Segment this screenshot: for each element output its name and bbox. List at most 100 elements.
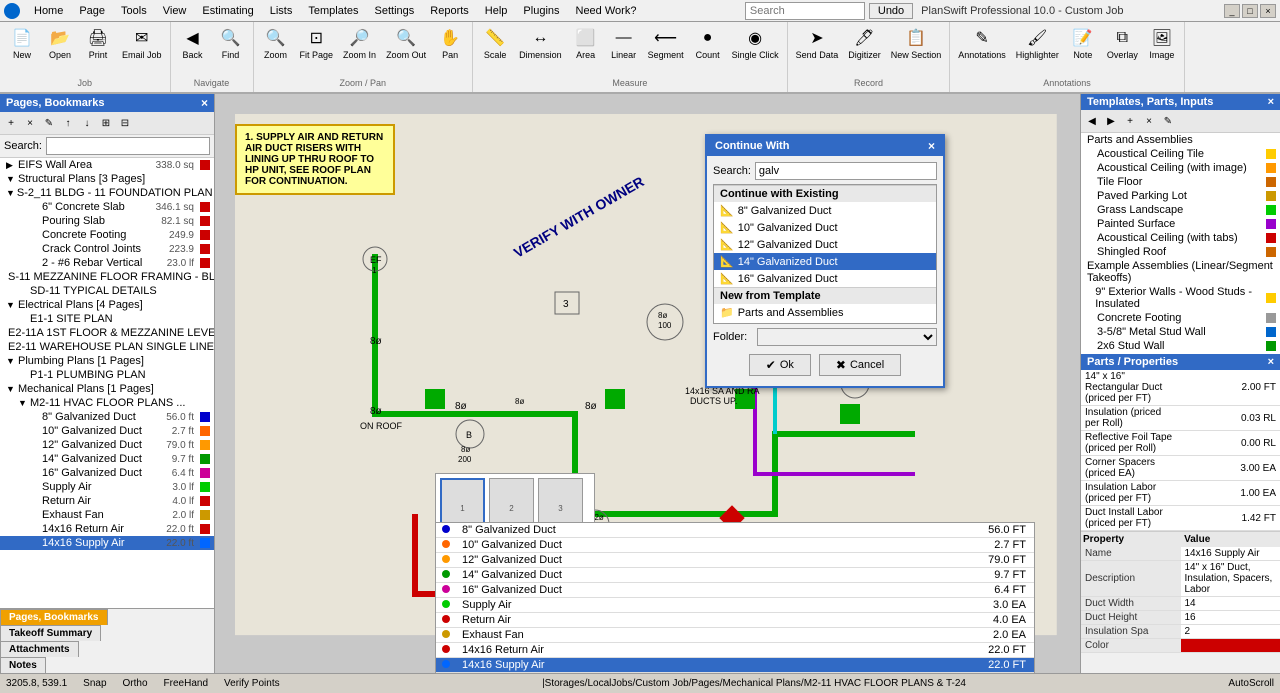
zoom-out-button[interactable]: 🔍 Zoom Out bbox=[382, 24, 430, 63]
menu-reports[interactable]: Reports bbox=[422, 3, 477, 19]
tree-item-mezzanine[interactable]: S-11 MEZZANINE FLOOR FRAMING - BLDG 11 bbox=[0, 270, 214, 284]
annotations-button[interactable]: ✎ Annotations bbox=[954, 24, 1010, 63]
center-canvas[interactable]: 8ø 8ø 8ø 8ø 8ø EF 1 8ø 100 B 8ø 200 14x1… bbox=[215, 94, 1080, 673]
tree-item-p1[interactable]: P1-1 PLUMBING PLAN bbox=[0, 368, 214, 382]
segment-button[interactable]: ⟵ Segment bbox=[644, 24, 688, 63]
tree-item-m2-11[interactable]: ▼M2-11 HVAC FLOOR PLANS ... bbox=[0, 396, 214, 410]
tree-collapse-btn[interactable]: ⊟ bbox=[116, 114, 134, 132]
tree-item-typical[interactable]: SD-11 TYPICAL DETAILS bbox=[0, 284, 214, 298]
status-snap[interactable]: Snap bbox=[83, 678, 106, 689]
rp-tree-item-12[interactable]: 3-5/8" Metal Stud Wall bbox=[1081, 325, 1280, 339]
minimize-button[interactable]: _ bbox=[1224, 4, 1240, 18]
tree-add-btn[interactable]: + bbox=[2, 114, 20, 132]
popup-row-0[interactable]: 8" Galvanized Duct 56.0 FT bbox=[436, 523, 1034, 538]
popup-row-3[interactable]: 14" Galvanized Duct 9.7 FT bbox=[436, 568, 1034, 583]
tree-item-galv-8[interactable]: 8" Galvanized Duct56.0 ft bbox=[0, 410, 214, 424]
dialog-item-14galv[interactable]: 📐 14" Galvanized Duct bbox=[714, 253, 936, 270]
dialog-folder-select[interactable] bbox=[757, 328, 937, 346]
status-freehand[interactable]: FreeHand bbox=[164, 678, 208, 689]
status-verify[interactable]: Verify Points bbox=[224, 678, 280, 689]
menu-view[interactable]: View bbox=[155, 3, 195, 19]
status-autoscroll[interactable]: AutoScroll bbox=[1228, 678, 1274, 689]
rp-tree-item-1[interactable]: Acoustical Ceiling Tile bbox=[1081, 147, 1280, 161]
zoom-button[interactable]: 🔍 Zoom bbox=[258, 24, 294, 63]
tab-takeoff[interactable]: Takeoff Summary bbox=[0, 625, 101, 641]
rp-tree-item-10[interactable]: 9" Exterior Walls - Wood Studs - Insulat… bbox=[1081, 285, 1280, 311]
rp-tree-item-5[interactable]: Grass Landscape bbox=[1081, 203, 1280, 217]
digitizer-button[interactable]: 🖊 Digitizer bbox=[844, 24, 885, 63]
tree-item-rebar[interactable]: 2 - #6 Rebar Vertical23.0 lf bbox=[0, 256, 214, 270]
left-search-input[interactable] bbox=[46, 137, 210, 155]
menu-page[interactable]: Page bbox=[71, 3, 113, 19]
rp-tree-item-2[interactable]: Acoustical Ceiling (with image) bbox=[1081, 161, 1280, 175]
tree-item-supply-14x16[interactable]: 14x16 Supply Air22.0 ft bbox=[0, 536, 214, 550]
highlighter-button[interactable]: 🖌 Highlighter bbox=[1012, 24, 1063, 63]
scale-button[interactable]: 📏 Scale bbox=[477, 24, 513, 63]
dialog-item-10galv[interactable]: 📐 10" Galvanized Duct bbox=[714, 219, 936, 236]
tree-item-return-14x16[interactable]: 14x16 Return Air22.0 ft bbox=[0, 522, 214, 536]
dialog-item-8galv[interactable]: 📐 8" Galvanized Duct bbox=[714, 202, 936, 219]
print-button[interactable]: 🖨 Print bbox=[80, 24, 116, 63]
tree-item-galv-14[interactable]: 14" Galvanized Duct9.7 ft bbox=[0, 452, 214, 466]
tab-notes[interactable]: Notes bbox=[0, 657, 46, 673]
rp-btn-3[interactable]: + bbox=[1121, 112, 1139, 130]
maximize-button[interactable]: □ bbox=[1242, 4, 1258, 18]
open-button[interactable]: 📂 Open bbox=[42, 24, 78, 63]
search-input[interactable] bbox=[745, 2, 865, 20]
tree-item-e2-11[interactable]: E2-11 WAREHOUSE PLAN SINGLE LINE DIAGRA.… bbox=[0, 340, 214, 354]
tree-item-pouring-slab[interactable]: Pouring Slab82.1 sq bbox=[0, 214, 214, 228]
popup-row-8[interactable]: 14x16 Return Air 22.0 FT bbox=[436, 643, 1034, 658]
tree-edit-btn[interactable]: ✎ bbox=[40, 114, 58, 132]
note-button[interactable]: 📝 Note bbox=[1065, 24, 1101, 63]
tree-item-return-air[interactable]: Return Air4.0 lf bbox=[0, 494, 214, 508]
count-button[interactable]: ● Count bbox=[690, 24, 726, 63]
dialog-cancel-button[interactable]: ✖ Cancel bbox=[819, 354, 901, 376]
tree-item-galv-10[interactable]: 10" Galvanized Duct2.7 ft bbox=[0, 424, 214, 438]
popup-row-1[interactable]: 10" Galvanized Duct 2.7 FT bbox=[436, 538, 1034, 553]
menu-help[interactable]: Help bbox=[477, 3, 516, 19]
new-section-button[interactable]: 📋 New Section bbox=[887, 24, 946, 63]
popup-row-9[interactable]: 14x16 Supply Air 22.0 FT bbox=[436, 658, 1034, 673]
area-button[interactable]: ⬜ Area bbox=[568, 24, 604, 63]
tree-item-exhaust-fan[interactable]: Exhaust Fan2.0 lf bbox=[0, 508, 214, 522]
menu-home[interactable]: Home bbox=[26, 3, 71, 19]
popup-row-2[interactable]: 12" Galvanized Duct 79.0 FT bbox=[436, 553, 1034, 568]
menu-lists[interactable]: Lists bbox=[262, 3, 301, 19]
tree-item-s2-11[interactable]: ▼S-2_11 BLDG - 11 FOUNDATION PLAN bbox=[0, 186, 214, 200]
dialog-search-input[interactable] bbox=[755, 162, 937, 180]
send-data-button[interactable]: ➤ Send Data bbox=[792, 24, 843, 63]
dialog-item-parts-assemblies[interactable]: 📁 Parts and Assemblies bbox=[714, 304, 936, 321]
rp-tree-item-4[interactable]: Paved Parking Lot bbox=[1081, 189, 1280, 203]
tree-item-crack-control[interactable]: Crack Control Joints223.9 bbox=[0, 242, 214, 256]
tree-delete-btn[interactable]: × bbox=[21, 114, 39, 132]
tab-pages[interactable]: Pages, Bookmarks bbox=[0, 609, 108, 625]
tree-item-e2-11a[interactable]: E2-11A 1ST FLOOR & MEZZANINE LEVEL OFFI.… bbox=[0, 326, 214, 340]
tree-item-structural[interactable]: ▼Structural Plans [3 Pages] bbox=[0, 172, 214, 186]
dialog-list[interactable]: Continue with Existing 📐 8" Galvanized D… bbox=[713, 184, 937, 324]
tree-item-galv-12[interactable]: 12" Galvanized Duct79.0 ft bbox=[0, 438, 214, 452]
menu-tools[interactable]: Tools bbox=[113, 3, 155, 19]
tree-up-btn[interactable]: ↑ bbox=[59, 114, 77, 132]
back-button[interactable]: ◀ Back bbox=[175, 24, 211, 63]
rp-tree-item-6[interactable]: Painted Surface bbox=[1081, 217, 1280, 231]
linear-button[interactable]: — Linear bbox=[606, 24, 642, 63]
right-panel-close[interactable]: × bbox=[1268, 96, 1274, 108]
rp-btn-2[interactable]: ▶ bbox=[1102, 112, 1120, 130]
tree-item-eifs[interactable]: ▶EIFS Wall Area338.0 sq bbox=[0, 158, 214, 172]
undo-button[interactable]: Undo bbox=[869, 3, 913, 19]
image-button[interactable]: 🖼 Image bbox=[1144, 24, 1180, 63]
rp-tree-item-7[interactable]: Acoustical Ceiling (with tabs) bbox=[1081, 231, 1280, 245]
tree-item-concrete-slab[interactable]: 6" Concrete Slab346.1 sq bbox=[0, 200, 214, 214]
tree-item-electrical[interactable]: ▼Electrical Plans [4 Pages] bbox=[0, 298, 214, 312]
single-click-button[interactable]: ◉ Single Click bbox=[728, 24, 783, 63]
menu-settings[interactable]: Settings bbox=[367, 3, 423, 19]
dialog-item-parts[interactable]: 📁 Parts bbox=[714, 321, 936, 324]
close-button[interactable]: × bbox=[1260, 4, 1276, 18]
rp-tree-item-8[interactable]: Shingled Roof bbox=[1081, 245, 1280, 259]
dialog-close-button[interactable]: × bbox=[928, 139, 935, 153]
dimension-button[interactable]: ↔ Dimension bbox=[515, 24, 566, 63]
menu-plugins[interactable]: Plugins bbox=[515, 3, 567, 19]
status-ortho[interactable]: Ortho bbox=[123, 678, 148, 689]
tree-item-mechanical[interactable]: ▼Mechanical Plans [1 Pages] bbox=[0, 382, 214, 396]
tab-attachments[interactable]: Attachments bbox=[0, 641, 79, 657]
